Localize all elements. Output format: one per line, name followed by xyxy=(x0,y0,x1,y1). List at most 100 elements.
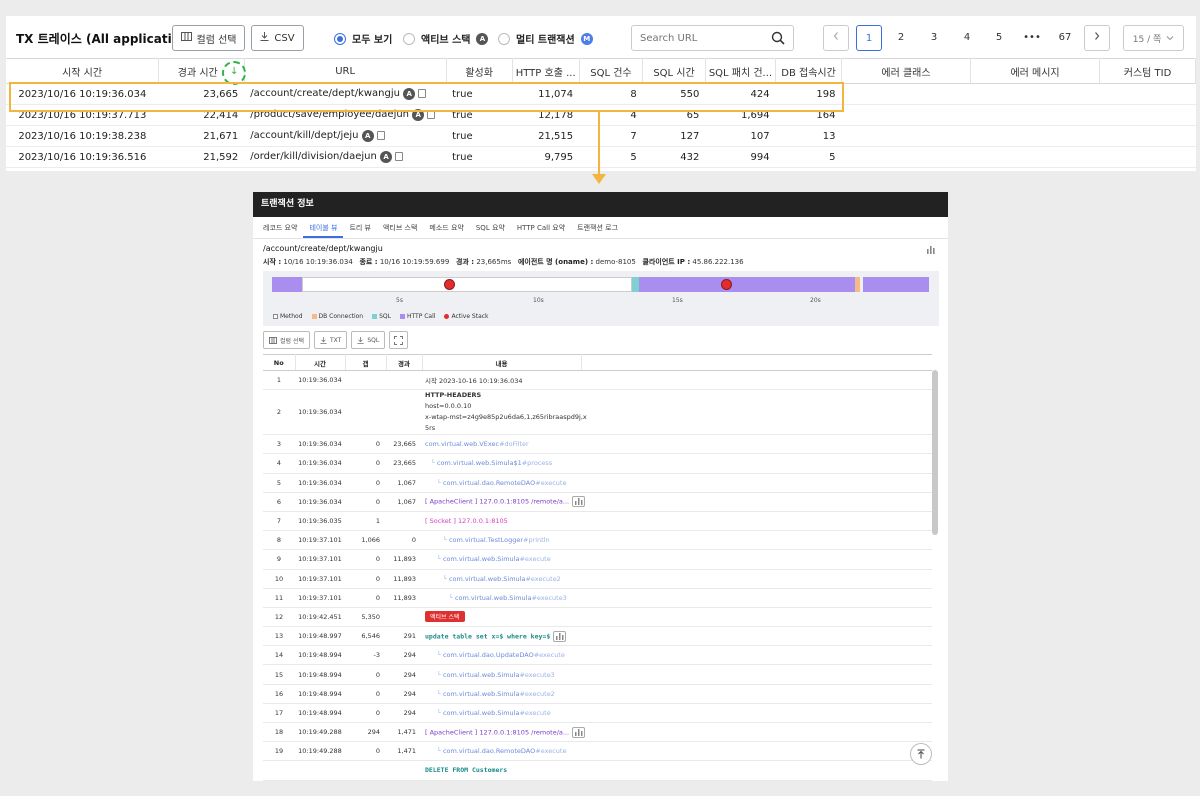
next-page-button[interactable] xyxy=(1084,25,1110,51)
scroll-to-top-button[interactable] xyxy=(910,743,932,765)
http-headers-title: HTTP-HEADERS xyxy=(425,391,482,400)
call-row[interactable]: 16 10:19:48.994 0 294 └ com.virtual.web.Simu… xyxy=(263,684,932,704)
call-row[interactable]: 18 10:19:49.288 294 1,471[ ApacheClient ] 1… xyxy=(263,722,932,743)
page-4-button[interactable]: 4 xyxy=(954,25,980,51)
page-2-button[interactable]: 2 xyxy=(888,25,914,51)
call-row[interactable]: 19 10:19:49.288 0 1,471 └ com.virtual.dao.Re… xyxy=(263,741,932,762)
expand-button[interactable] xyxy=(389,331,409,349)
active-stack-marker[interactable] xyxy=(444,279,455,290)
transaction-timeline[interactable]: 5s 10s 15s 20s Method DB Connection SQL … xyxy=(263,271,939,326)
method-call-text: └ com.virtual.web.Simula$1#process xyxy=(431,459,553,468)
timeline-method-segment xyxy=(302,277,632,292)
method-class: com.virtual.web.VExec xyxy=(425,440,500,449)
search-url-input[interactable] xyxy=(632,26,762,51)
bar-chart-icon[interactable] xyxy=(553,630,567,642)
page-1-button[interactable]: 1 xyxy=(856,25,882,51)
tab-http-call-summary[interactable]: HTTP Call 요약 xyxy=(511,217,571,238)
agent-label: 에이전트 명 (oname) : xyxy=(517,258,594,266)
tab-sql-summary[interactable]: SQL 요약 xyxy=(470,217,511,238)
call-row[interactable]: 5 10:19:36.034 0 1,067 └ com.virtual.dao.Rem… xyxy=(263,473,932,493)
error-message-cell xyxy=(970,83,1100,105)
url-cell[interactable]: /order/kill/division/daejun A xyxy=(244,146,447,168)
column-select-button[interactable]: 컬럼 선택 xyxy=(172,25,245,51)
per-page-select[interactable]: 15 / 쪽 xyxy=(1123,25,1184,51)
txt-download-button[interactable]: TXT xyxy=(314,331,348,349)
col-sql-time[interactable]: SQL 시간 xyxy=(642,58,706,84)
call-row[interactable]: 13 10:19:48.997 6,546 291 update table set x… xyxy=(263,626,932,647)
tab-table-view[interactable]: 테이블 뷰 xyxy=(303,217,344,238)
bar-chart-icon[interactable] xyxy=(572,496,586,508)
call-row[interactable]: 9 10:19:37.101 0 11,893 └ com.virtual.web.Si… xyxy=(263,549,932,570)
http-header-line: x-wtap-mst=z4g9e85p2u6da6,1,z65ribraaspd… xyxy=(425,413,587,422)
col-error-class[interactable]: 에러 클래스 xyxy=(841,58,972,84)
search-url-field[interactable] xyxy=(631,25,794,51)
method-name: #execute3 xyxy=(531,593,567,602)
call-row[interactable]: 3 10:19:36.034 0 23,665 com.virtual.web.VExe… xyxy=(263,434,932,455)
bar-chart-icon[interactable] xyxy=(926,245,936,254)
csv-download-button[interactable]: CSV xyxy=(251,25,304,51)
tab-tree-view[interactable]: 트리 뷰 xyxy=(343,217,377,238)
columns-icon xyxy=(269,336,277,344)
call-row[interactable]: 1 10:19:36.034 시작 2023-10-16 10:19:36.034 xyxy=(263,370,932,391)
copy-icon[interactable] xyxy=(395,151,404,161)
active-stack-marker[interactable] xyxy=(721,279,732,290)
call-row[interactable]: 2 10:19:36.034 HTTP-HEADERS host=0.0.0.10 x-… xyxy=(263,389,932,436)
filter-active-stack-radio[interactable]: 액티브 스택 A xyxy=(403,31,489,46)
col-sql-count[interactable]: SQL 건수 xyxy=(579,58,644,84)
tab-active-stack[interactable]: 액티브 스택 xyxy=(377,217,423,238)
url-text[interactable]: /account/kill/dept/jeju xyxy=(250,130,358,141)
col-custom-tid[interactable]: 커스텀 TID xyxy=(1099,58,1196,84)
table-row[interactable]: 2023/10/16 10:19:38.238 21,671 /account/… xyxy=(6,125,1196,147)
call-row[interactable]: 15 10:19:48.994 0 294 └ com.virtual.web.Simu… xyxy=(263,664,932,685)
sort-down-arrow-icon[interactable]: ↓ xyxy=(230,66,238,77)
call-time-cell: 10:19:42.451 xyxy=(295,607,345,628)
col-sql-fetch[interactable]: SQL 패치 건... xyxy=(705,58,777,84)
call-row[interactable]: 14 10:19:48.994 -3 294 └ com.virtual.dao.Upd… xyxy=(263,645,932,666)
tab-method-summary[interactable]: 메소드 요약 xyxy=(423,217,469,238)
call-row[interactable]: 6 10:19:36.034 0 1,067[ ApacheClient ] 127.… xyxy=(263,492,932,512)
col-active[interactable]: 활성화 xyxy=(446,58,513,84)
method-call-text: └ com.virtual.dao.RemoteDAO#execute xyxy=(437,747,567,756)
call-row[interactable]: 7 10:19:36.035 1 [ Socket ] 127.0.0.1:8105 xyxy=(263,511,932,532)
filter-all-radio[interactable]: 모두 보기 xyxy=(334,31,392,46)
call-row[interactable]: 10 10:19:37.101 0 11,893 └ com.virtual.web.S… xyxy=(263,569,932,589)
method-name: #doFilter xyxy=(499,440,529,449)
call-row[interactable]: 12 10:19:42.451 5,350 액티브 스택 xyxy=(263,607,932,628)
col-error-message[interactable]: 에러 메시지 xyxy=(970,58,1101,84)
col-url[interactable]: URL xyxy=(244,58,447,84)
col-http-call[interactable]: HTTP 호출 ... xyxy=(512,58,580,84)
legend-http-swatch xyxy=(399,314,405,319)
call-row[interactable]: 11 10:19:37.101 0 11,893 └ com.virtual.web.S… xyxy=(263,588,932,608)
call-elapsed-cell: 1,067 xyxy=(386,492,422,512)
call-row[interactable]: 4 10:19:36.034 0 23,665 └ com.virtual.web.Si… xyxy=(263,453,932,474)
call-content-cell: HTTP-HEADERS host=0.0.0.10 x-wtap-mst=z4g9… xyxy=(422,389,932,436)
active-stack-button[interactable]: 액티브 스택 xyxy=(425,611,465,623)
col-db-conn[interactable]: DB 접속시간 xyxy=(775,58,842,84)
call-row[interactable]: 8 10:19:37.101 1,066 0 └ com.virtual.TestLog… xyxy=(263,530,932,551)
sql-download-button[interactable]: SQL xyxy=(351,331,386,349)
call-no-cell: 10 xyxy=(263,569,295,589)
timeline-bar[interactable] xyxy=(272,277,929,292)
page-3-button[interactable]: 3 xyxy=(921,25,947,51)
call-content-cell: DELETE FROM Customers xyxy=(422,760,932,781)
filter-multi-tx-radio[interactable]: 멀티 트랜잭션 M xyxy=(498,31,593,46)
copy-icon[interactable] xyxy=(376,130,385,140)
table-row[interactable]: 2023/10/16 10:19:36.516 21,592 /order/ki… xyxy=(6,146,1196,168)
bar-chart-icon[interactable] xyxy=(572,726,586,738)
call-row[interactable]: DELETE FROM Customers xyxy=(263,760,932,781)
method-call-text: └ com.virtual.web.Simula#execute2 xyxy=(443,574,561,583)
page-ellipsis[interactable]: ••• xyxy=(1019,25,1045,51)
detail-column-select-button[interactable]: 컬럼 선택 xyxy=(263,331,310,349)
url-text[interactable]: /order/kill/division/daejun xyxy=(250,151,377,162)
tab-record-summary[interactable]: 레코드 요약 xyxy=(257,217,303,238)
prev-page-button[interactable] xyxy=(823,25,849,51)
call-gap-cell xyxy=(345,389,386,436)
call-row[interactable]: 17 10:19:48.994 0 294 └ com.virtual.web.Simu… xyxy=(263,703,932,724)
page-67-button[interactable]: 67 xyxy=(1052,25,1078,51)
url-cell[interactable]: /account/kill/dept/jeju A xyxy=(244,125,447,147)
page-5-button[interactable]: 5 xyxy=(986,25,1012,51)
search-icon[interactable] xyxy=(771,31,785,45)
col-start-time[interactable]: 시작 시간 xyxy=(6,58,160,84)
detail-scrollbar[interactable] xyxy=(932,370,938,535)
tab-transaction-log[interactable]: 트랜잭션 로그 xyxy=(571,217,624,238)
